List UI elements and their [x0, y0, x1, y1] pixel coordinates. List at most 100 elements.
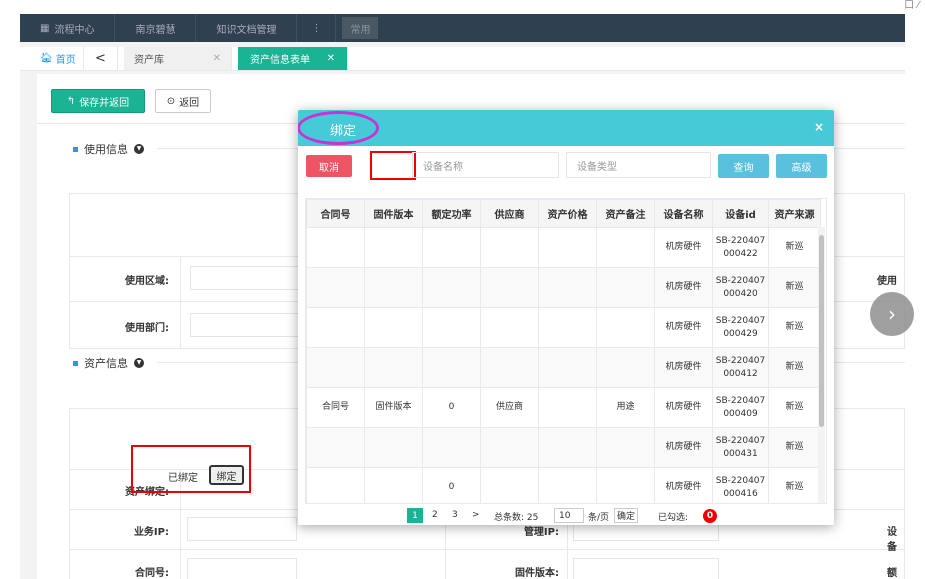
- table-cell: [364, 467, 423, 503]
- page-size-input[interactable]: 10: [554, 508, 584, 523]
- advanced-button[interactable]: 高级: [776, 154, 827, 178]
- table-cell: 机房硬件: [654, 347, 713, 388]
- table-cell: [364, 267, 423, 308]
- table-cell: [364, 227, 423, 268]
- pagination: 1 2 3 > 总条数: 25 10 条/页 确定 已勾选: 0: [298, 507, 834, 525]
- divider: [180, 256, 181, 349]
- table-cell: 新巡: [768, 307, 821, 348]
- tab-home[interactable]: 🏠︎ 首页: [20, 47, 84, 70]
- return-button[interactable]: ⊙ 返回: [155, 89, 211, 113]
- chevron-down-icon[interactable]: ▼: [134, 144, 144, 154]
- table-cell: [306, 427, 365, 468]
- table-cell: [306, 347, 365, 388]
- table-cell: 机房硬件: [654, 227, 713, 268]
- table-body: 机房硬件 SB-220407 000422 新巡 机房硬件 SB-220407 0004…: [306, 227, 821, 503]
- table-cell: 新巡: [768, 427, 821, 468]
- divider: [69, 549, 905, 550]
- column-header: 设备名称: [654, 199, 713, 228]
- table-row[interactable]: 合同号 固件版本 0 供应商 用途 机房硬件 SB-220407 000409 新巡: [306, 387, 821, 428]
- device-type-input[interactable]: 设备类型: [566, 152, 711, 178]
- table-cell: [422, 227, 481, 268]
- table-cell: 机房硬件: [654, 307, 713, 348]
- table-cell: [480, 347, 539, 388]
- table-row[interactable]: 机房硬件 SB-220407 000412 新巡: [306, 347, 821, 388]
- table-cell: [596, 267, 655, 308]
- table-cell: [364, 427, 423, 468]
- menu-knowledge-docs[interactable]: 知识文档管理: [196, 14, 298, 42]
- contract-input[interactable]: [187, 558, 297, 579]
- table-row[interactable]: 机房硬件 SB-220407 000431 新巡: [306, 427, 821, 468]
- tab-asset-form[interactable]: 资产信息表单 ✕: [238, 47, 348, 70]
- chevron-down-icon[interactable]: ▼: [134, 358, 144, 368]
- menu-common[interactable]: 常用: [342, 17, 379, 39]
- use-right-label: 使用: [877, 276, 897, 287]
- mgmt-ip-label: 管理IP:: [523, 527, 559, 538]
- more-menu-icon[interactable]: ⋮: [297, 14, 337, 42]
- firmware-input[interactable]: [573, 558, 719, 579]
- bind-button[interactable]: 绑定: [209, 465, 244, 485]
- table-row[interactable]: 机房硬件 SB-220407 000420 新巡: [306, 267, 821, 308]
- chevron-right-icon: ›: [888, 302, 896, 326]
- dialog-toolbar: 取消 设备名称 设备类型 查询 高级: [298, 146, 834, 188]
- menu-nanjing[interactable]: 南京碧慧: [115, 14, 197, 42]
- table-cell: 固件版本: [364, 387, 423, 428]
- page-2-button[interactable]: 2: [432, 510, 438, 520]
- reply-icon: ↰: [66, 95, 76, 107]
- biz-ip-label: 业务IP:: [133, 527, 169, 538]
- table-row[interactable]: 机房硬件 SB-220407 000429 新巡: [306, 307, 821, 348]
- table-cell: [306, 267, 365, 308]
- column-header: 资产备注: [596, 199, 655, 228]
- column-header: 资产价格: [538, 199, 597, 228]
- tab-asset-library[interactable]: 资产库 ✕: [124, 47, 232, 70]
- table-cell: 新巡: [768, 347, 821, 388]
- table-row[interactable]: 0 机房硬件 SB-220407 000416 新巡: [306, 467, 821, 503]
- table-row[interactable]: 机房硬件 SB-220407 000422 新巡: [306, 227, 821, 268]
- column-header: 合同号: [306, 199, 365, 228]
- next-arrow-button[interactable]: ›: [870, 292, 914, 336]
- page-3-button[interactable]: 3: [452, 510, 458, 520]
- checked-label: 已勾选:: [658, 513, 689, 523]
- cancel-button[interactable]: 取消: [306, 155, 352, 177]
- table-cell: 机房硬件: [654, 467, 713, 503]
- bind-dialog: 绑定 × 取消 设备名称 设备类型 查询 高级 合同号 固件版本 额定功率 供应商 资产…: [298, 110, 834, 525]
- dialog-title: 绑定: [330, 124, 357, 139]
- table-cell: 0: [422, 467, 481, 503]
- table-cell: [538, 427, 597, 468]
- table-scrollbar[interactable]: [818, 227, 825, 503]
- tab-back-arrow[interactable]: <: [84, 47, 118, 70]
- page-go-button[interactable]: 确定: [614, 508, 639, 523]
- table-cell: [538, 227, 597, 268]
- use-dept-label: 使用部门:: [125, 323, 169, 334]
- table-cell: [306, 467, 365, 503]
- table-cell: [538, 387, 597, 428]
- column-header: 资产来源: [768, 199, 821, 228]
- use-area-input[interactable]: [190, 266, 300, 290]
- table-cell: 新巡: [768, 267, 821, 308]
- home-icon: 🏠︎: [40, 53, 53, 64]
- total-count: 总条数: 25: [494, 513, 539, 523]
- table-cell: [596, 347, 655, 388]
- next-page-button[interactable]: >: [472, 510, 480, 520]
- query-button[interactable]: 查询: [718, 154, 769, 178]
- table-cell: 供应商: [480, 387, 539, 428]
- menu-flow-center[interactable]: ▦ 流程中心: [20, 14, 116, 42]
- page-1-button[interactable]: 1: [407, 508, 423, 523]
- device-table-wrap: 合同号 固件版本 额定功率 供应商 资产价格 资产备注 设备名称 设备id 资产来源 机房硬件 S…: [305, 198, 827, 504]
- use-dept-input[interactable]: [190, 313, 300, 337]
- table-cell: [306, 307, 365, 348]
- table-cell: SB-220407 000420: [712, 267, 769, 308]
- tab-bar: 🏠︎ 首页 < 资产库 ✕ 资产信息表单 ✕: [20, 47, 905, 71]
- close-icon[interactable]: ✕: [327, 53, 335, 64]
- section-asset-info: 资产信息 ▼: [73, 355, 144, 371]
- use-area-label: 使用区域:: [125, 276, 169, 287]
- table-cell: [596, 307, 655, 348]
- scrollbar-thumb[interactable]: [819, 235, 824, 427]
- save-and-return-button[interactable]: ↰ 保存并返回: [51, 89, 145, 113]
- table-cell: [480, 307, 539, 348]
- device-right-label: 设备: [887, 527, 897, 553]
- close-icon[interactable]: ×: [814, 120, 824, 134]
- device-name-input[interactable]: 设备名称: [412, 152, 559, 178]
- biz-ip-input[interactable]: [187, 517, 297, 541]
- window-controls: 口 ⁄: [904, 0, 919, 11]
- close-icon[interactable]: ✕: [213, 53, 221, 64]
